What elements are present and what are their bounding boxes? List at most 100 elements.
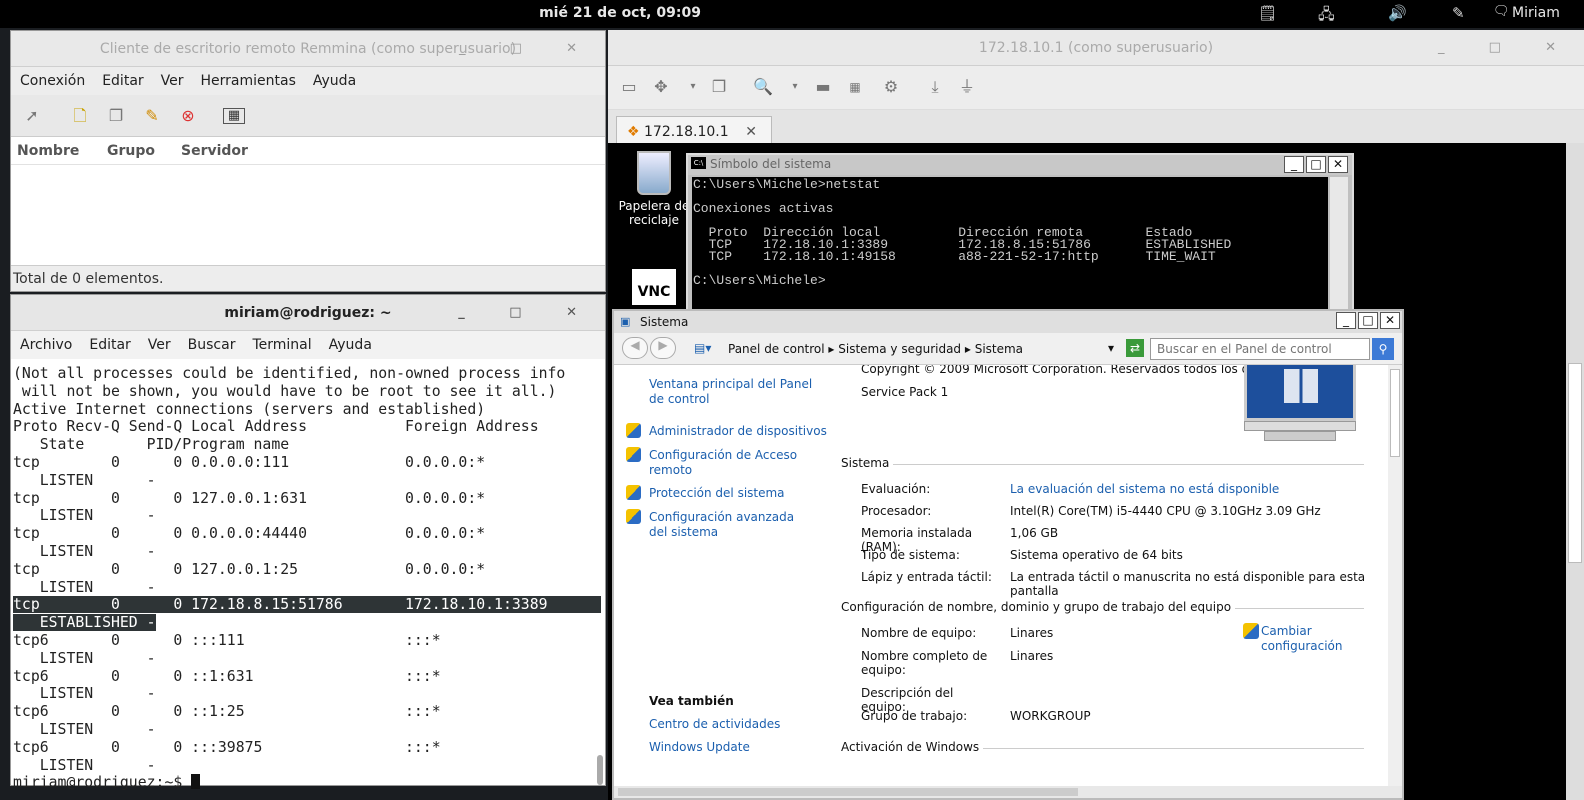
back-icon[interactable]: ◀ — [622, 337, 648, 359]
accessibility-icon[interactable]: ✎ — [1452, 4, 1465, 22]
detail-value: Intel(R) Core(TM) i5-4440 CPU @ 3.10GHz … — [1010, 504, 1321, 518]
link-control-panel-home[interactable]: Ventana principal del Panel de control — [649, 377, 819, 407]
new-file-icon[interactable]: 🗋 — [69, 105, 91, 127]
terminal-line: State PID/Program name — [13, 436, 290, 454]
disconnect-icon[interactable]: ⏚ — [956, 76, 978, 98]
window-title: Símbolo del sistema — [710, 157, 832, 171]
recycle-bin[interactable]: Papelera de reciclaje — [618, 151, 690, 227]
cmd-output[interactable]: C:\Users\Michele>netstat Conexiones activ… — [692, 177, 1328, 311]
grab-keyboard-icon[interactable]: ▬ — [812, 76, 834, 98]
search-icon[interactable]: ⚲ — [1372, 338, 1394, 360]
system-titlebar[interactable]: ▣ Sistema _ □ ✕ — [614, 311, 1402, 333]
chevron-down-icon[interactable]: ▾ — [1108, 341, 1114, 355]
menu-conexion[interactable]: Conexión — [11, 67, 93, 89]
link-device-manager[interactable]: Administrador de dispositivos — [649, 424, 827, 439]
section-activation: Activación de Windows — [841, 739, 1364, 754]
window-controls[interactable]: _ □ ✕ — [1334, 312, 1400, 329]
terminal-line: Proto Recv-Q Send-Q Local Address Foreig… — [13, 418, 539, 436]
delete-icon[interactable]: ⊗ — [177, 105, 199, 127]
copyright-text: Copyright © 2009 Microsoft Corporation. … — [861, 365, 1301, 376]
section-system: Sistema — [841, 455, 1364, 470]
system-horizontal-scrollbar[interactable] — [614, 786, 1402, 798]
fullscreen-icon[interactable]: ▭ — [618, 76, 640, 98]
edit-icon[interactable]: ✎ — [141, 105, 163, 127]
network-icon[interactable]: 🖧 — [1318, 4, 1335, 29]
system-icon: ▣ — [620, 315, 631, 328]
window-controls[interactable]: _ □ ✕ — [459, 31, 597, 67]
terminal-line: will not be shown, you would have to be … — [13, 382, 557, 400]
preferences-icon[interactable]: ▦ — [844, 76, 866, 98]
detail-value: La entrada táctil o manuscrita no está d… — [1010, 570, 1366, 598]
cmd-scrollbar[interactable] — [1330, 177, 1348, 311]
tools-icon[interactable]: ⚙ — [880, 76, 902, 98]
detail-value[interactable]: La evaluación del sistema no está dispon… — [1010, 482, 1279, 496]
change-settings-link[interactable]: Cambiar configuración — [1261, 624, 1351, 654]
terminal-titlebar[interactable]: miriam@rodriguez: ~ _ □ ✕ — [11, 295, 605, 331]
refresh-icon[interactable]: ⇄ — [1126, 339, 1144, 357]
column-nombre[interactable]: Nombre — [17, 143, 79, 159]
search-input[interactable] — [1150, 338, 1370, 360]
rdp-titlebar[interactable]: 172.18.10.1 (como superusuario) _ □ ✕ — [608, 30, 1584, 66]
notification-icon[interactable]: 🗒 — [1258, 4, 1277, 22]
menu-terminal[interactable]: Terminal — [243, 331, 319, 353]
remote-scrollbar[interactable] — [1566, 143, 1584, 800]
terminal-line: tcp 0 0 127.0.0.1:25 0.0.0.0:* — [13, 560, 486, 578]
menu-editar[interactable]: Editar — [80, 331, 138, 353]
window-controls[interactable]: _ □ ✕ — [1438, 30, 1576, 66]
chevron-down-icon[interactable]: ▾ — [682, 76, 704, 98]
menu-ver[interactable]: Ver — [152, 67, 192, 89]
copy-icon[interactable]: ❐ — [105, 105, 127, 127]
column-servidor[interactable]: Servidor — [181, 143, 248, 159]
terminal-scrollbar[interactable] — [597, 755, 603, 785]
detail-label: Tipo de sistema: — [861, 548, 960, 562]
column-grupo[interactable]: Grupo — [107, 143, 155, 159]
window-controls[interactable]: _ □ ✕ — [458, 295, 597, 331]
terminal-window: miriam@rodriguez: ~ _ □ ✕ Archivo Editar V… — [10, 294, 606, 791]
forward-icon[interactable]: ▶ — [650, 337, 676, 359]
link-system-protection[interactable]: Protección del sistema — [649, 486, 785, 501]
clock[interactable]: mié 21 de oct, 09:09 — [0, 5, 1240, 21]
preferences-icon[interactable]: ▦ — [223, 108, 245, 124]
menu-ayuda[interactable]: Ayuda — [320, 331, 380, 353]
link-remote-settings[interactable]: Configuración de Acceso remoto — [649, 448, 799, 478]
system-window: ▣ Sistema _ □ ✕ ◀ ▶ ▤▾ Panel de control ▸ … — [612, 309, 1404, 800]
vnc-icon[interactable]: VNC — [632, 269, 676, 305]
window-title: 172.18.10.1 (como superusuario) — [978, 40, 1214, 56]
remmina-titlebar[interactable]: Cliente de escritorio remoto Remmina (co… — [11, 31, 605, 67]
terminal-line: (Not all processes could be identified, … — [13, 365, 566, 382]
terminal-output[interactable]: (Not all processes could be identified, … — [11, 359, 605, 792]
menu-ayuda[interactable]: Ayuda — [304, 67, 364, 89]
user-menu[interactable]: Miriam — [1512, 5, 1560, 21]
address-bar: ◀ ▶ ▤▾ Panel de control ▸ Sistema y segu… — [614, 333, 1402, 365]
cmd-line: C:\Users\Michele> — [693, 273, 826, 288]
window-title: Cliente de escritorio remoto Remmina (co… — [99, 41, 517, 57]
link-advanced-settings[interactable]: Configuración avanzada del sistema — [649, 510, 809, 540]
connect-icon[interactable]: ➚ — [21, 105, 43, 127]
menu-ver[interactable]: Ver — [139, 331, 179, 353]
link-action-center[interactable]: Centro de actividades — [649, 717, 780, 732]
scale-icon[interactable]: ❐ — [708, 76, 730, 98]
chevron-down-icon[interactable]: ▾ — [784, 76, 806, 98]
remote-desktop[interactable]: Papelera de reciclaje VNC C:\ Símbolo de… — [608, 143, 1584, 800]
system-vertical-scrollbar[interactable] — [1388, 365, 1402, 786]
close-icon[interactable]: ✕ — [745, 124, 757, 140]
window-controls[interactable]: _ □ ✕ — [1282, 156, 1348, 173]
detail-label: Procesador: — [861, 504, 932, 518]
minimize-icon[interactable]: ⤓ — [924, 76, 946, 98]
volume-icon[interactable]: 🔊 — [1388, 4, 1407, 22]
menu-editar[interactable]: Editar — [93, 67, 151, 89]
fit-window-icon[interactable]: ✥ — [650, 76, 672, 98]
zoom-icon[interactable]: 🔍 — [752, 76, 774, 98]
shield-icon — [626, 509, 641, 524]
link-windows-update[interactable]: Windows Update — [649, 740, 750, 755]
breadcrumb[interactable]: Panel de control ▸ Sistema y seguridad ▸… — [728, 342, 1023, 356]
cmd-icon: C:\ — [691, 157, 706, 169]
menu-buscar[interactable]: Buscar — [179, 331, 244, 353]
text-cursor — [191, 774, 201, 790]
chat-icon[interactable]: 🗨 — [1493, 4, 1510, 19]
menu-herramientas[interactable]: Herramientas — [192, 67, 304, 89]
terminal-line: tcp6 0 0 ::1:631 :::* — [13, 667, 441, 685]
menu-archivo[interactable]: Archivo — [11, 331, 80, 353]
terminal-menubar: Archivo Editar Ver Buscar Terminal Ayuda — [11, 331, 605, 359]
cmd-titlebar[interactable]: C:\ Símbolo del sistema _ □ ✕ — [688, 155, 1352, 175]
